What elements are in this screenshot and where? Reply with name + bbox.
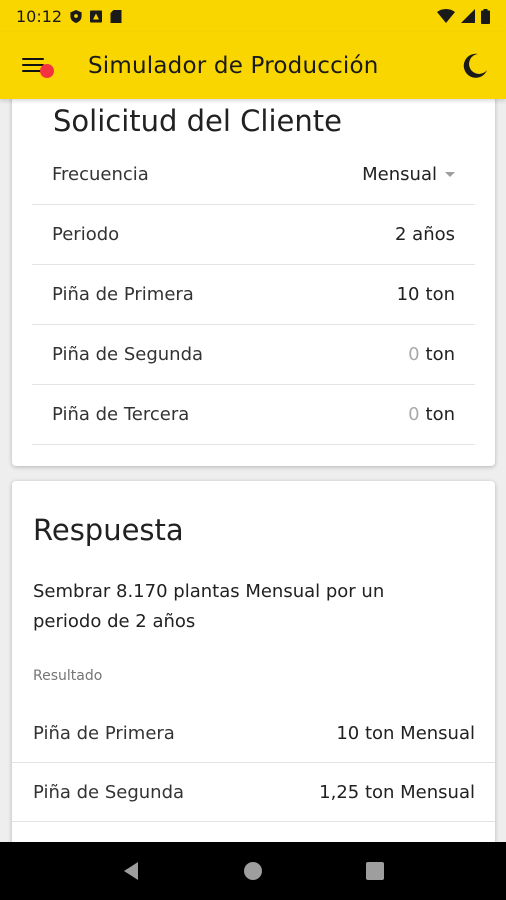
period-row[interactable]: Periodo 2 años (32, 205, 475, 265)
response-card-title: Respuesta (33, 513, 184, 547)
result-row-first: Piña de Primera 10 ton Mensual (12, 704, 495, 763)
signal-icon (461, 9, 475, 23)
app-bar: Simulador de Producción (0, 32, 506, 99)
sd-card-icon (110, 9, 122, 23)
first-grade-row: Piña de Primera 10 ton (32, 265, 475, 325)
row-label: Piña de Primera (52, 284, 194, 305)
shield-icon (70, 9, 82, 23)
home-button[interactable] (233, 851, 273, 891)
second-grade-input[interactable]: 0 (408, 344, 419, 365)
wifi-icon (437, 9, 455, 23)
menu-button[interactable] (22, 56, 54, 78)
app-notification-icon (90, 10, 103, 22)
row-label: Periodo (52, 224, 120, 245)
period-value: 2 años (394, 224, 455, 245)
unit-label: ton (425, 404, 455, 425)
back-icon (124, 862, 138, 880)
response-summary: Sembrar 8.170 plantas Mensual por un per… (33, 581, 385, 632)
navigation-bar (0, 842, 506, 900)
row-label: Piña de Tercera (52, 404, 190, 425)
menu-icon (22, 57, 44, 60)
request-card: Solicitud del Cliente Frecuencia Mensual… (12, 99, 495, 466)
third-grade-input[interactable]: 0 (408, 404, 419, 425)
second-grade-row: Piña de Segunda 0 ton (32, 325, 475, 385)
row-label: Frecuencia (52, 164, 149, 185)
dark-mode-toggle[interactable] (460, 51, 490, 81)
row-label: Piña de Primera (33, 722, 175, 744)
row-value: 10 ton Mensual (336, 722, 475, 744)
unit-label: ton (425, 284, 455, 305)
response-card: Respuesta Sembrar 8.170 plantas Mensual … (12, 481, 495, 842)
first-grade-input[interactable]: 10 (397, 284, 420, 305)
status-bar: 10:12 (0, 0, 506, 32)
result-row-second: Piña de Segunda 1,25 ton Mensual (12, 763, 495, 822)
unit-label: ton (425, 344, 455, 365)
frequency-row: Frecuencia Mensual (32, 145, 475, 205)
frequency-dropdown[interactable]: Mensual (362, 164, 455, 185)
row-label: Piña de Segunda (52, 344, 204, 365)
dropdown-value: Mensual (362, 164, 437, 185)
status-time: 10:12 (16, 6, 63, 26)
row-value: 1,25 ton Mensual (319, 781, 475, 803)
battery-icon (481, 8, 490, 24)
app-title: Simulador de Producción (88, 52, 379, 79)
request-card-title: Solicitud del Cliente (53, 104, 342, 138)
moon-icon (463, 53, 487, 78)
scroll-content[interactable]: Solicitud del Cliente Frecuencia Mensual… (0, 99, 506, 842)
third-grade-row: Piña de Tercera 0 ton (32, 385, 475, 445)
back-button[interactable] (111, 851, 151, 891)
home-icon (244, 862, 262, 880)
recents-icon (366, 862, 384, 880)
result-caption: Resultado (33, 668, 103, 684)
notification-dot (40, 63, 54, 78)
row-label: Piña de Segunda (33, 781, 185, 803)
chevron-down-icon (445, 172, 455, 177)
recents-button[interactable] (355, 851, 395, 891)
